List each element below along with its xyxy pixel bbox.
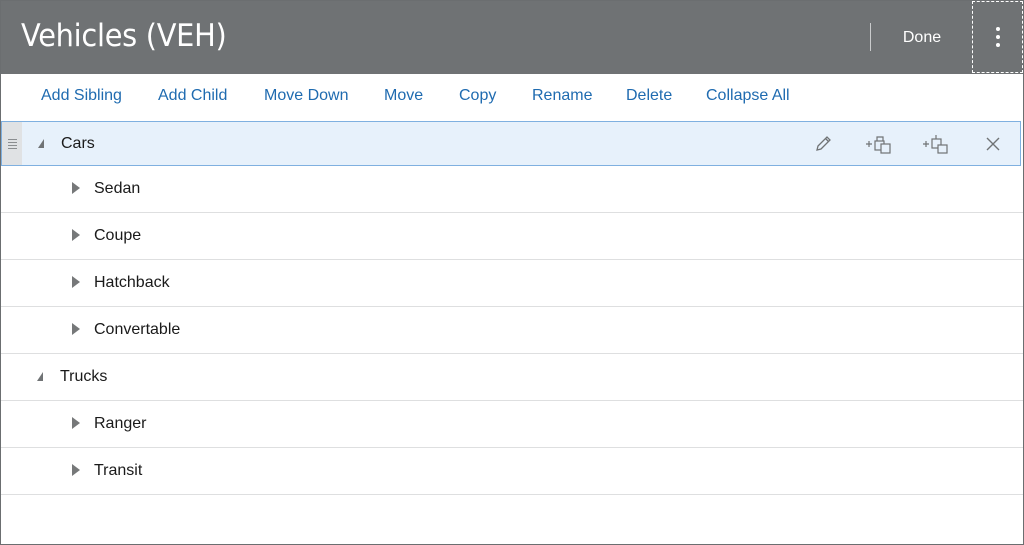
add-child-icon[interactable] — [921, 131, 951, 157]
tree-row-ranger[interactable]: Ranger — [1, 401, 1023, 448]
expand-triangle-icon[interactable] — [72, 276, 80, 288]
pencil-icon[interactable] — [810, 131, 836, 157]
expand-triangle-icon[interactable] — [72, 323, 80, 335]
add-child-button[interactable]: Add Child — [158, 87, 227, 105]
close-icon[interactable] — [980, 131, 1006, 157]
add-sibling-button[interactable]: Add Sibling — [41, 87, 122, 105]
move-button[interactable]: Move — [384, 87, 423, 105]
tree-row-sedan[interactable]: Sedan — [1, 166, 1023, 213]
rename-button[interactable]: Rename — [532, 87, 592, 105]
tree-node-label: Cars — [61, 135, 95, 152]
tree-node-label: Trucks — [60, 368, 108, 385]
more-actions-button[interactable] — [972, 1, 1023, 73]
tree-row-trucks[interactable]: Trucks — [1, 354, 1023, 401]
tree-row-transit[interactable]: Transit — [1, 448, 1023, 495]
tree-node-label: Transit — [94, 462, 143, 479]
tree: Cars Sedan Coupe Hatchback Convertable T… — [1, 121, 1023, 495]
hierarchy-editor: Vehicles (VEH) Done Add Sibling Add Chil… — [0, 0, 1024, 545]
tree-row-hatchback[interactable]: Hatchback — [1, 260, 1023, 307]
collapse-triangle-icon[interactable] — [37, 372, 43, 381]
move-down-button[interactable]: Move Down — [264, 87, 348, 105]
copy-button[interactable]: Copy — [459, 87, 496, 105]
expand-triangle-icon[interactable] — [72, 229, 80, 241]
tree-node-label: Convertable — [94, 321, 181, 338]
tree-node-label: Sedan — [94, 180, 141, 197]
expand-triangle-icon[interactable] — [72, 464, 80, 476]
tree-row-coupe[interactable]: Coupe — [1, 213, 1023, 260]
header-bar: Vehicles (VEH) Done — [1, 1, 1023, 74]
page-title: Vehicles (VEH) — [21, 18, 227, 54]
collapse-triangle-icon[interactable] — [38, 139, 44, 148]
tree-node-label: Coupe — [94, 227, 142, 244]
delete-button[interactable]: Delete — [626, 87, 672, 105]
kebab-menu-icon — [995, 27, 1000, 47]
expand-triangle-icon[interactable] — [72, 182, 80, 194]
expand-triangle-icon[interactable] — [72, 417, 80, 429]
toolbar: Add Sibling Add Child Move Down Move Cop… — [1, 74, 1023, 120]
header-divider — [870, 23, 871, 51]
tree-row-cars[interactable]: Cars — [1, 121, 1021, 166]
done-button[interactable]: Done — [886, 23, 958, 53]
drag-handle-icon[interactable] — [2, 122, 22, 165]
tree-node-label: Ranger — [94, 415, 147, 432]
tree-row-convertable[interactable]: Convertable — [1, 307, 1023, 354]
tree-node-label: Hatchback — [94, 274, 170, 291]
add-sibling-icon[interactable] — [864, 131, 894, 157]
collapse-all-button[interactable]: Collapse All — [706, 87, 790, 105]
